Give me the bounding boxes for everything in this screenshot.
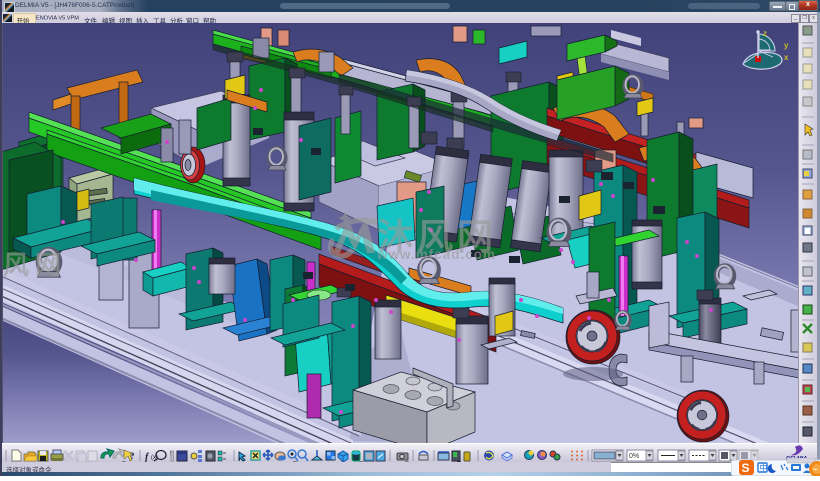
svg-text:风网: 风网: [3, 250, 67, 280]
svg-text:0%: 0%: [629, 453, 639, 460]
svg-text:y: y: [784, 41, 789, 50]
svg-text:~: ~: [813, 465, 818, 474]
svg-text:x: x: [784, 53, 789, 62]
svg-text:?: ?: [130, 451, 135, 461]
svg-text:www.mfcad.com: www.mfcad.com: [376, 247, 496, 262]
svg-text:S: S: [742, 461, 750, 475]
svg-text:中: 中: [760, 463, 768, 473]
svg-text:z: z: [763, 29, 767, 38]
